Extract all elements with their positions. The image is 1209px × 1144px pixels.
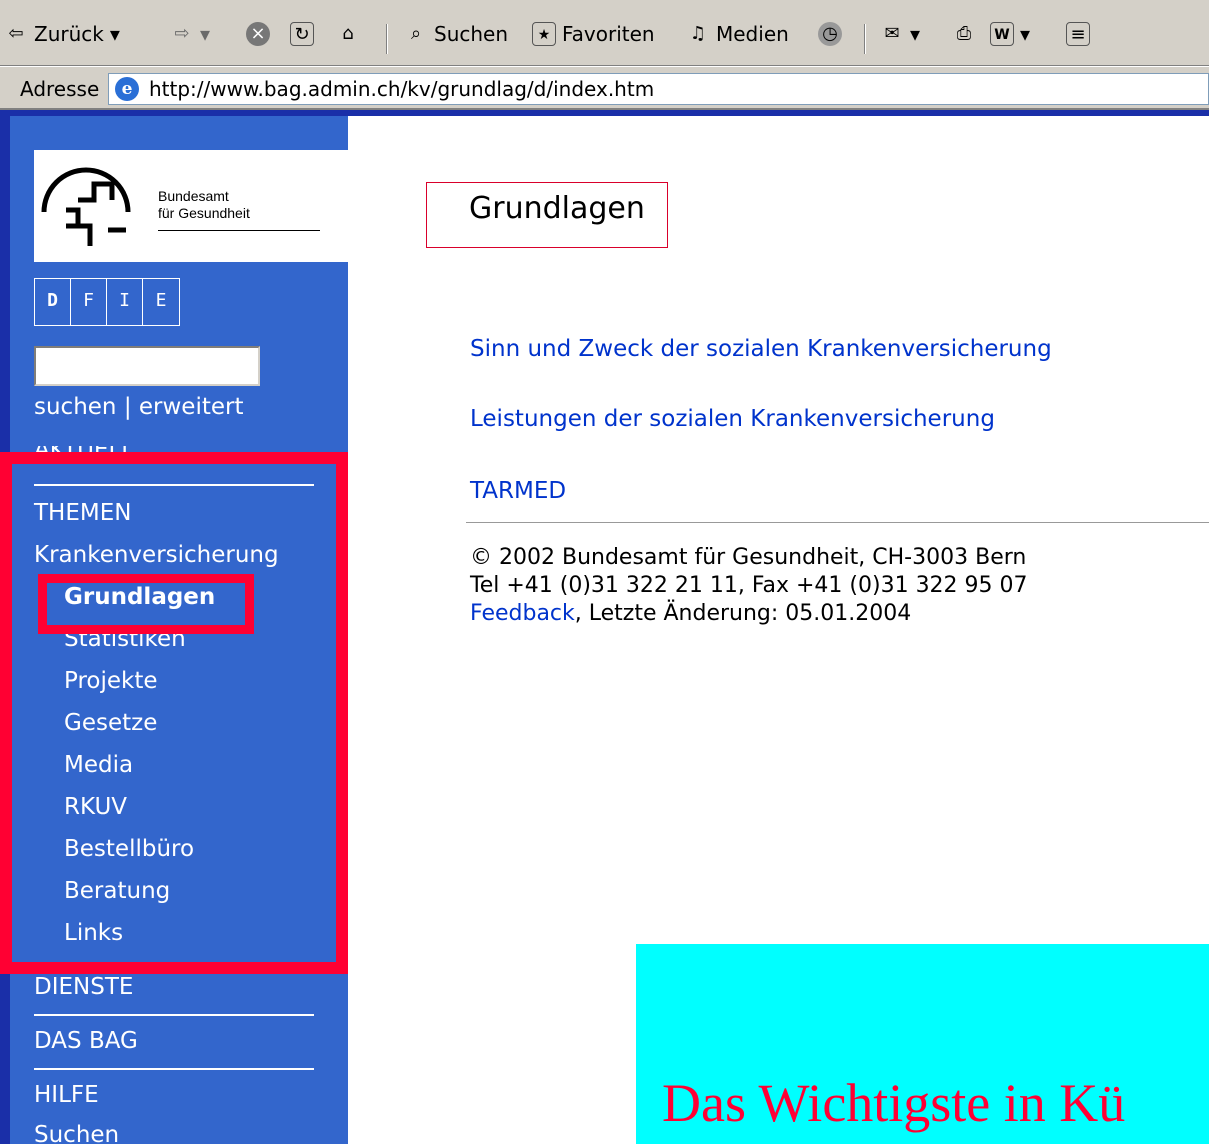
home-icon: ⌂ [342,23,354,44]
media-button[interactable]: ♫ Medien [686,22,789,46]
lang-i[interactable]: I [107,279,143,325]
toolbar-separator [386,24,388,54]
refresh-icon: ↻ [290,22,314,46]
nav-hilfe[interactable]: HILFE [34,1082,99,1108]
refresh-button[interactable]: ↻ [290,22,314,46]
footer-last-changed: Feedback, Letzte Änderung: 05.01.2004 [470,601,912,626]
lang-d[interactable]: D [35,279,71,325]
current-item-highlight-frame [38,574,254,634]
search-links: suchen | erweitert [34,394,244,420]
page-footer: © 2002 Bundesamt für Gesundheit, CH-3003… [470,544,1028,628]
footer-copyright: © 2002 Bundesamt für Gesundheit, CH-3003… [470,545,1027,570]
lang-e[interactable]: E [143,279,179,325]
favorites-icon: ★ [532,22,556,46]
printer-icon: ⎙ [956,23,972,44]
history-button[interactable]: ◷ [818,22,842,46]
link-leistungen[interactable]: Leistungen der sozialen Krankenversicher… [470,406,995,432]
slide-caption-panel: Das Wichtigste in Kü [636,944,1209,1144]
navigation-highlight-frame [0,452,348,974]
address-label: Adresse [20,77,100,101]
ie-page-icon: e [115,77,139,101]
forward-dropdown-icon[interactable]: ▾ [200,22,210,46]
home-button[interactable]: ⌂ [336,22,360,46]
word-icon: W [990,22,1014,46]
toolbar-separator [864,24,866,54]
advanced-search-link[interactable]: erweitert [139,394,244,420]
logo-underline [158,230,320,231]
browser-toolbar: ⇦ Zurück ▾ ⇨ ▾ × ↻ ⌂ ⌕ Suchen ★ Favorite… [0,0,1209,66]
link-tarmed[interactable]: TARMED [470,478,566,504]
discuss-button[interactable]: ≡ [1066,22,1090,46]
back-dropdown-icon[interactable]: ▾ [110,22,120,46]
print-button[interactable]: ⎙ [952,22,976,46]
forward-button[interactable]: ⇨ ▾ [170,22,210,46]
logo-text: Bundesamt für Gesundheit [158,188,250,221]
slide-caption: Das Wichtigste in Kü [662,1073,1126,1133]
lang-f[interactable]: F [71,279,107,325]
stop-icon: × [246,22,270,46]
nav-das-bag[interactable]: DAS BAG [34,1028,138,1054]
toolbar-buttons: ⇦ Zurück ▾ ⇨ ▾ × ↻ ⌂ ⌕ Suchen ★ Favorite… [0,10,1209,60]
back-arrow-icon: ⇦ [8,23,24,44]
edit-dropdown-icon[interactable]: ▾ [1020,22,1030,46]
address-input[interactable]: e http://www.bag.admin.ch/kv/grundlag/d/… [108,73,1209,105]
mail-button[interactable]: ✉ ▾ [880,22,920,46]
footer-contact: Tel +41 (0)31 322 21 11, Fax +41 (0)31 3… [470,573,1028,598]
address-url: http://www.bag.admin.ch/kv/grundlag/d/in… [149,77,655,101]
search-button[interactable]: ⌕ Suchen [404,22,508,46]
feedback-link[interactable]: Feedback [470,601,575,626]
nav-dienste[interactable]: DIENSTE [34,974,133,1000]
nav-divider [34,1068,314,1070]
favorites-button[interactable]: ★ Favoriten [532,22,655,46]
nav-divider [34,1014,314,1016]
language-switcher: D F I E [34,278,180,326]
link-sinn-und-zweck[interactable]: Sinn und Zweck der sozialen Krankenversi… [470,336,1052,362]
discuss-icon: ≡ [1066,22,1090,46]
nav-suchen[interactable]: Suchen [34,1122,119,1144]
swiss-cross-logo-icon [41,167,131,246]
media-icon: ♫ [689,23,707,44]
page-title-box: Grundlagen [426,182,668,248]
mail-icon: ✉ [884,23,900,44]
page-title: Grundlagen [469,191,645,226]
sidebar-search-input[interactable] [34,346,260,386]
mail-dropdown-icon[interactable]: ▾ [910,22,920,46]
search-link[interactable]: suchen [34,394,117,420]
address-bar: Adresse e http://www.bag.admin.ch/kv/gru… [0,66,1209,110]
content-divider [466,522,1209,523]
stop-button[interactable]: × [246,22,270,46]
forward-arrow-icon: ⇨ [174,23,190,44]
back-button[interactable]: ⇦ Zurück ▾ [4,22,120,46]
history-icon: ◷ [818,22,842,46]
bag-logo[interactable]: Bundesamt für Gesundheit [34,150,348,262]
edit-button[interactable]: W ▾ [990,22,1030,46]
magnifier-icon: ⌕ [410,23,422,44]
